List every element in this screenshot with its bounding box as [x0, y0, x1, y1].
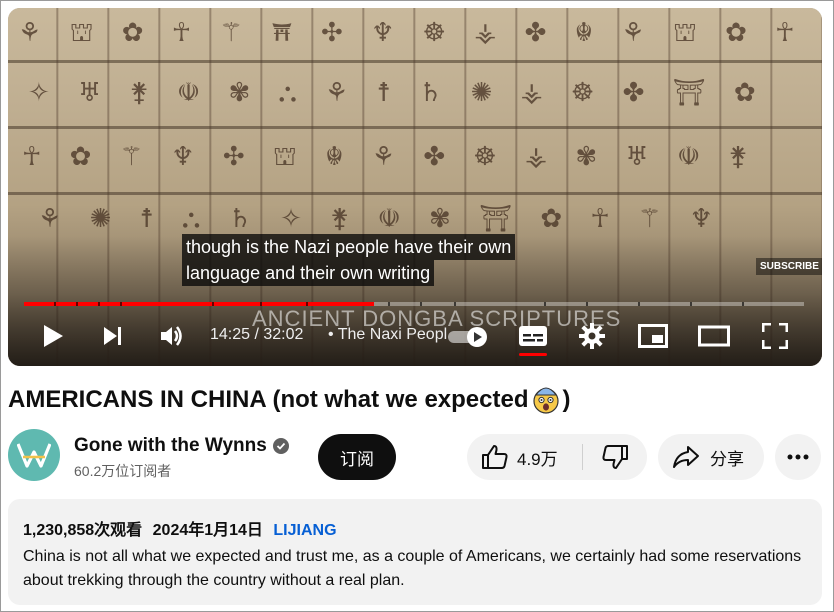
- progress-bar[interactable]: [24, 302, 804, 306]
- like-dislike-group: 4.9万: [467, 434, 647, 480]
- caption-line: language and their own writing: [182, 260, 435, 286]
- subscribe-watermark[interactable]: SUBSCRIBE: [756, 258, 822, 275]
- like-count: 4.9万: [517, 449, 558, 469]
- upload-date: 2024年1月14日: [152, 522, 263, 539]
- share-button[interactable]: 分享: [658, 434, 764, 480]
- volume-icon: [161, 326, 182, 346]
- autoplay-toggle-icon: [448, 327, 487, 347]
- time-display: 14:25 / 32:02: [210, 326, 304, 343]
- gear-icon: [579, 323, 605, 349]
- fullscreen-button[interactable]: [758, 320, 792, 352]
- subscriber-count: 60.2万位订阅者: [74, 463, 172, 479]
- subtitles-button[interactable]: [515, 320, 551, 352]
- subtitles-active-indicator: [519, 353, 547, 356]
- channel-logo-icon: [17, 443, 51, 468]
- play-icon: [44, 325, 63, 347]
- video-title: AMERICANS IN CHINA (not what we expected…: [8, 385, 571, 415]
- video-player[interactable]: ⚘ ⛫ ✿ ☥ ⚚ ⛩ ✣ ♆ ☸ ⚶ ✤ ☬ ⚘ ⛫ ✿ ☥ ✧ ♅ ⚵ ☫ …: [8, 8, 822, 366]
- shocked-face-emoji: [531, 385, 561, 415]
- play-button[interactable]: [38, 320, 68, 352]
- verified-check-icon: [272, 438, 289, 454]
- description-text: China is not all what we expected and tr…: [23, 548, 802, 589]
- captions: though is the Nazi people have their own…: [182, 234, 516, 286]
- video-title-text: AMERICANS IN CHINA (not what we expected: [8, 386, 529, 413]
- miniplayer-button[interactable]: [636, 320, 670, 352]
- share-icon: [673, 446, 699, 468]
- more-actions-button[interactable]: [775, 434, 821, 480]
- volume-button[interactable]: [156, 320, 188, 352]
- next-icon: [104, 327, 121, 345]
- subtitles-icon: [519, 326, 547, 346]
- caption-line: though is the Nazi people have their own: [182, 234, 516, 260]
- next-button[interactable]: [98, 320, 128, 352]
- fullscreen-icon: [762, 323, 788, 349]
- more-icon: [787, 454, 809, 460]
- view-count: 1,230,858次观看: [23, 522, 143, 539]
- dislike-button[interactable]: [583, 434, 647, 480]
- settings-button[interactable]: [576, 320, 608, 352]
- location-tag[interactable]: LIJIANG: [273, 522, 336, 539]
- share-label: 分享: [710, 449, 744, 469]
- description-box[interactable]: 1,230,858次观看 2024年1月14日 LIJIANG China is…: [8, 499, 822, 605]
- theater-icon: [698, 325, 730, 347]
- channel-avatar[interactable]: [8, 429, 60, 481]
- thumbs-up-icon: [482, 445, 508, 469]
- thumbs-down-icon: [602, 445, 628, 469]
- video-title-end: ): [562, 386, 571, 413]
- channel-name-row: Gone with the Wynns: [74, 435, 289, 457]
- description-meta: 1,230,858次观看 2024年1月14日 LIJIANG: [23, 516, 337, 540]
- subscribe-button[interactable]: 订阅: [318, 434, 396, 480]
- chapter-title[interactable]: • The Naxi Peopl: [328, 326, 447, 344]
- autoplay-toggle[interactable]: [448, 327, 488, 347]
- like-button[interactable]: 4.9万: [467, 434, 582, 480]
- theater-mode-button[interactable]: [696, 320, 732, 352]
- channel-name[interactable]: Gone with the Wynns: [74, 435, 267, 457]
- miniplayer-icon: [638, 324, 668, 348]
